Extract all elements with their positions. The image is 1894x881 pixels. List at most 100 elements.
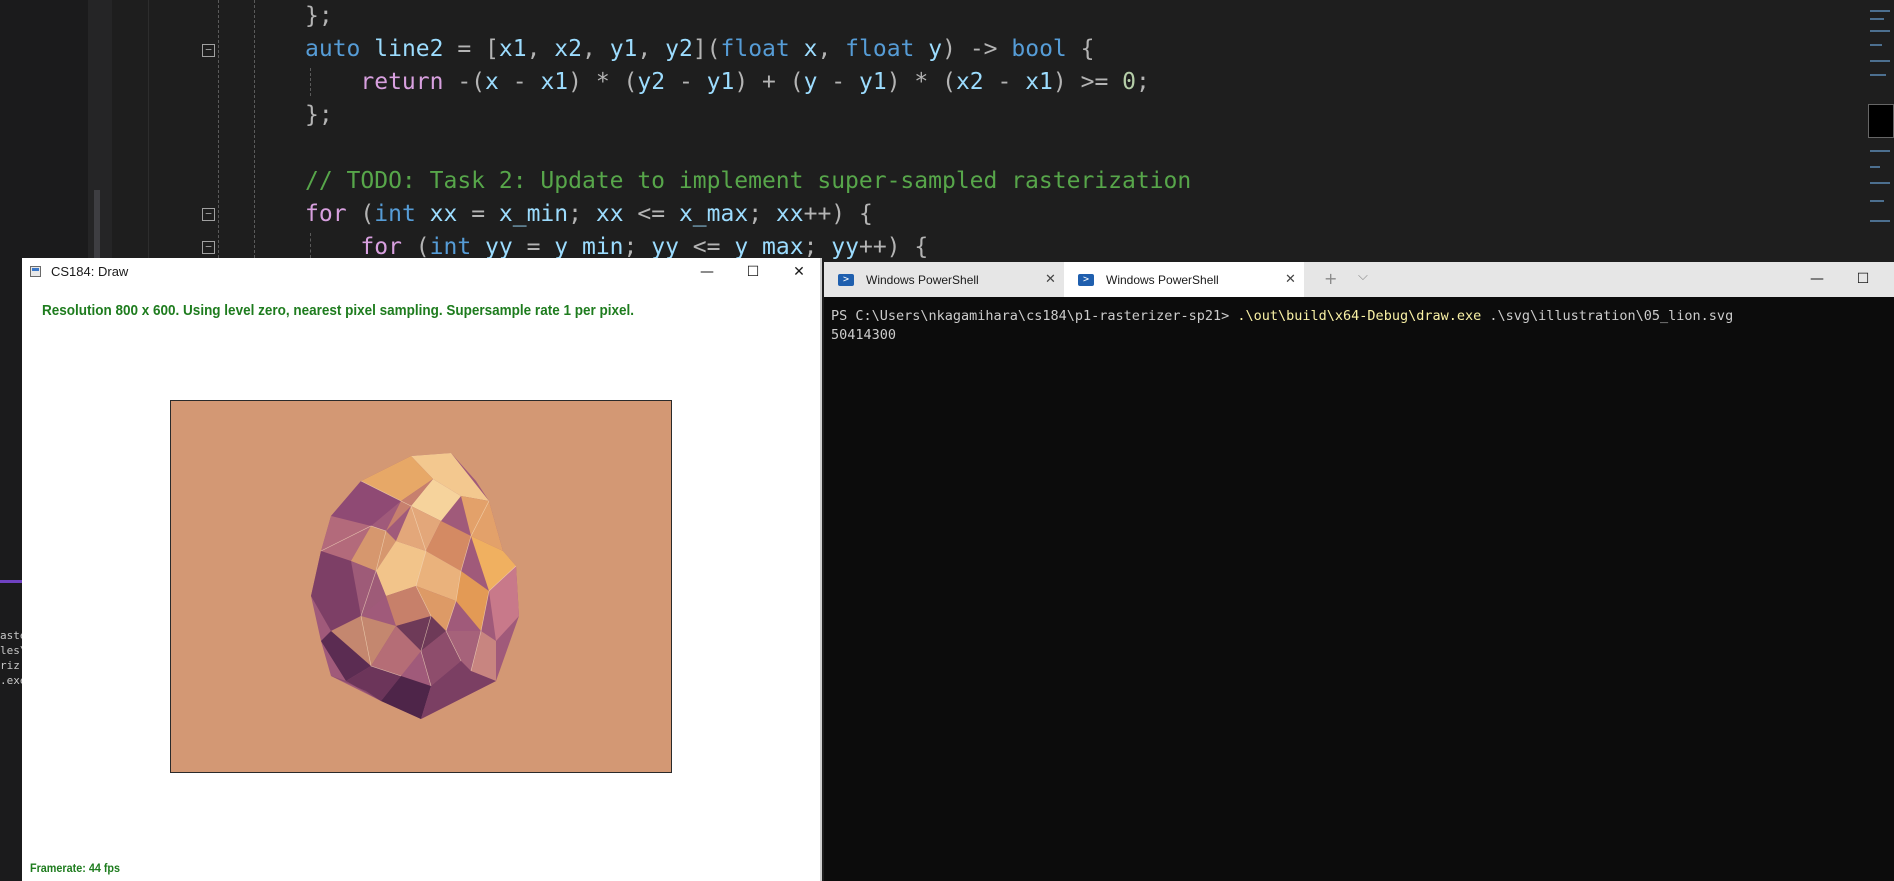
code-token: ) + ( xyxy=(734,69,804,95)
code-token: int xyxy=(429,234,486,260)
code-token: ; xyxy=(748,201,776,227)
code-line[interactable]: // TODO: Task 2: Update to implement sup… xyxy=(305,165,1191,197)
code-token: ) * ( xyxy=(568,69,638,95)
code-token: for xyxy=(305,201,347,227)
code-line[interactable]: }; xyxy=(305,99,333,131)
chevron-down-icon[interactable]: ⌵ xyxy=(1358,269,1368,284)
command-text: .\out\build\x64-Debug\draw.exe xyxy=(1237,308,1482,324)
code-token: x_min xyxy=(498,201,569,227)
code-token: // TODO: Task 2: Update to implement sup… xyxy=(305,168,1192,194)
code-token: xx xyxy=(775,201,804,227)
fold-toggle[interactable]: − xyxy=(202,208,215,221)
fold-toggle[interactable]: − xyxy=(202,241,215,254)
code-token: = [ xyxy=(443,36,499,62)
close-icon[interactable]: ✕ xyxy=(1045,271,1056,287)
panel-scrollbar[interactable] xyxy=(94,190,100,260)
code-token: x xyxy=(485,69,499,95)
code-token: for xyxy=(360,234,402,260)
code-token: , xyxy=(582,36,610,62)
code-line[interactable]: return -(x - x1) * (y2 - y1) + (y - y1) … xyxy=(305,66,1149,98)
panel-accent-line xyxy=(0,580,22,583)
code-token: ) * ( xyxy=(886,69,956,95)
code-token: ]( xyxy=(692,36,721,62)
code-token: x2 xyxy=(955,69,984,95)
fold-toggle[interactable]: − xyxy=(202,44,215,57)
code-token: yy xyxy=(485,234,513,260)
code-line[interactable]: }; xyxy=(305,0,333,32)
code-token: yy xyxy=(831,234,859,260)
lion-illustration xyxy=(311,453,519,719)
code-token: y_max xyxy=(734,234,804,260)
tab-label: Windows PowerShell xyxy=(866,273,979,287)
output-text: 50414300 xyxy=(831,327,897,343)
code-token: ; xyxy=(803,234,832,260)
maximize-button[interactable]: ☐ xyxy=(1840,265,1886,293)
code-token: y_min xyxy=(554,234,624,260)
code-token: -( xyxy=(457,69,486,95)
code-token: - xyxy=(817,69,859,95)
tab-powershell-1[interactable]: > Windows PowerShell ✕ xyxy=(824,262,1064,297)
code-token: yy xyxy=(651,234,679,260)
code-token: ( xyxy=(346,201,375,227)
minimize-button[interactable]: — xyxy=(1794,265,1840,293)
code-token: - xyxy=(498,69,541,95)
code-line[interactable]: for (int xx = x_min; xx <= x_max; xx++) … xyxy=(305,198,873,230)
minimap-viewport[interactable] xyxy=(1868,104,1894,138)
status-text: Resolution 800 x 600. Using level zero, … xyxy=(42,302,634,319)
terminal-output[interactable]: PS C:\Users\nkagamihara\cs184\p1-rasteri… xyxy=(831,307,1733,345)
tab-label: Windows PowerShell xyxy=(1106,273,1219,287)
code-token: xx xyxy=(595,201,624,227)
code-token: ; xyxy=(568,201,596,227)
code-token: int xyxy=(374,201,430,227)
powershell-window[interactable]: > Windows PowerShell ✕ > Windows PowerSh… xyxy=(824,262,1894,881)
code-token: }; xyxy=(305,3,333,29)
code-token: <= xyxy=(623,201,679,227)
code-token: - xyxy=(665,69,707,95)
code-token: y2 xyxy=(637,69,666,95)
code-token: y xyxy=(928,36,943,62)
code-token: y1 xyxy=(609,36,638,62)
indent-guide xyxy=(218,0,219,258)
code-token: y2 xyxy=(665,36,693,62)
close-button[interactable]: ✕ xyxy=(776,258,822,286)
code-token: auto xyxy=(305,36,375,62)
code-token: x xyxy=(803,36,818,62)
render-canvas[interactable] xyxy=(170,400,672,773)
draw-titlebar[interactable]: CS184: Draw — ☐ ✕ xyxy=(22,258,822,286)
app-icon xyxy=(30,266,41,277)
framerate-text: Framerate: 44 fps xyxy=(30,861,121,875)
code-token: { xyxy=(1066,36,1095,62)
code-token: xx xyxy=(429,201,458,227)
new-tab-button[interactable]: + xyxy=(1324,269,1337,288)
window-title: CS184: Draw xyxy=(51,264,129,279)
code-token: x_max xyxy=(678,201,749,227)
editor-minimap[interactable] xyxy=(1868,0,1894,260)
code-token: bool xyxy=(1011,36,1067,62)
code-token: ; xyxy=(623,234,652,260)
code-token: , xyxy=(817,36,846,62)
code-token: y1 xyxy=(706,69,735,95)
indent-guide xyxy=(254,0,255,258)
minimize-button[interactable]: — xyxy=(684,258,730,286)
powershell-icon: > xyxy=(838,274,854,286)
code-token: y xyxy=(803,69,818,95)
code-token: x1 xyxy=(1025,69,1053,95)
code-token: x1 xyxy=(498,36,527,62)
code-token: , xyxy=(637,36,666,62)
maximize-button[interactable]: ☐ xyxy=(730,258,776,286)
code-token: ++) { xyxy=(858,234,929,260)
tab-powershell-2[interactable]: > Windows PowerShell ✕ xyxy=(1064,262,1304,297)
code-token: ++) { xyxy=(803,201,873,227)
code-token: float xyxy=(845,36,929,62)
code-token: 0 xyxy=(1122,69,1137,95)
code-token: ) >= xyxy=(1052,69,1123,95)
close-icon[interactable]: ✕ xyxy=(1285,271,1296,287)
code-token: }; xyxy=(305,102,333,128)
code-token: ( xyxy=(401,234,430,260)
draw-window[interactable]: CS184: Draw — ☐ ✕ Resolution 800 x 600. … xyxy=(22,258,822,881)
command-args: .\svg\illustration\05_lion.svg xyxy=(1481,308,1734,324)
window-border xyxy=(820,258,822,881)
code-line[interactable]: auto line2 = [x1, x2, y1, y2](float x, f… xyxy=(305,33,1094,65)
code-token: x2 xyxy=(554,36,582,62)
